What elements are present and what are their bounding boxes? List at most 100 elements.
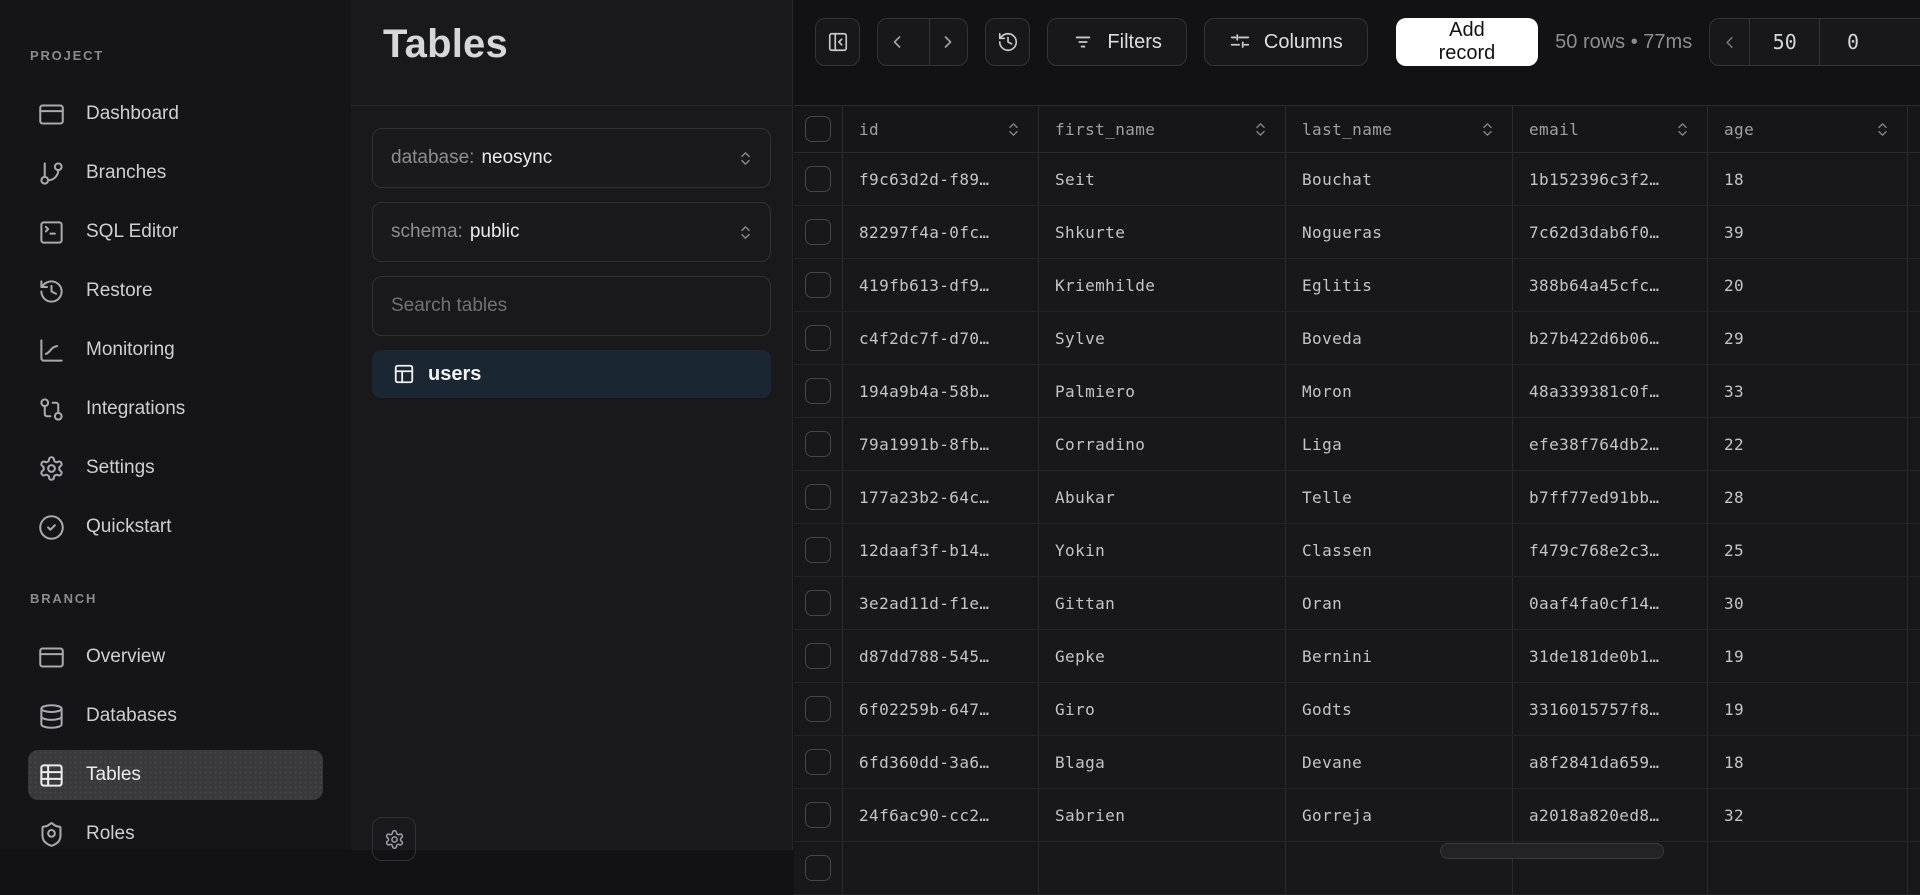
collapse-panel-button[interactable] [815,18,860,66]
cell-age[interactable]: 28 [1708,471,1908,523]
cell-first-name[interactable]: Abukar [1039,471,1286,523]
sidebar-item-branches[interactable]: Branches [28,148,323,198]
table-list-item-users[interactable]: users [372,350,771,398]
row-checkbox[interactable] [805,272,831,298]
row-checkbox[interactable] [805,749,831,775]
select-all-checkbox[interactable] [805,116,831,142]
cell-first-name[interactable]: Corradino [1039,418,1286,470]
columns-button[interactable]: Columns [1204,18,1368,66]
cell-email[interactable]: 7c62d3dab6f0… [1513,206,1708,258]
cell-id[interactable]: d87dd788-545… [843,630,1039,682]
cell-last-name[interactable]: Nogueras [1286,206,1513,258]
sidebar-item-integrations[interactable]: Integrations [28,384,323,434]
cell-first-name[interactable]: Gepke [1039,630,1286,682]
cell-first-name[interactable]: Sabrien [1039,789,1286,841]
row-checkbox[interactable] [805,802,831,828]
cell-last-name[interactable]: Gorreja [1286,789,1513,841]
cell-age[interactable]: 32 [1708,789,1908,841]
cell-email[interactable]: a2018a820ed8… [1513,789,1708,841]
column-header-email[interactable]: email [1513,106,1708,152]
cell-first-name[interactable]: Palmiero [1039,365,1286,417]
cell-last-name[interactable]: Boveda [1286,312,1513,364]
cell-last-name[interactable]: Moron [1286,365,1513,417]
cell-first-name[interactable]: Seit [1039,153,1286,205]
panel-settings-button[interactable] [372,817,416,861]
cell-last-name[interactable]: Devane [1286,736,1513,788]
cell-first-name[interactable]: Blaga [1039,736,1286,788]
cell-last-name[interactable]: Classen [1286,524,1513,576]
cell-age[interactable]: 20 [1708,259,1908,311]
row-checkbox[interactable] [805,484,831,510]
cell-email[interactable]: 3316015757f8… [1513,683,1708,735]
filters-button[interactable]: Filters [1047,18,1186,66]
row-checkbox[interactable] [805,855,831,881]
cell-last-name[interactable]: Telle [1286,471,1513,523]
cell-age[interactable]: 25 [1708,524,1908,576]
row-checkbox[interactable] [805,325,831,351]
cell-id[interactable]: 6fd360dd-3a6… [843,736,1039,788]
cell-last-name[interactable]: Godts [1286,683,1513,735]
cell-age[interactable]: 19 [1708,630,1908,682]
cell-email[interactable]: 1b152396c3f2… [1513,153,1708,205]
cell-id[interactable]: 419fb613-df9… [843,259,1039,311]
sidebar-item-tables[interactable]: Tables [28,750,323,800]
column-header-age[interactable]: age [1708,106,1908,152]
sidebar-item-quickstart[interactable]: Quickstart [28,502,323,552]
cell-first-name[interactable]: Yokin [1039,524,1286,576]
row-checkbox[interactable] [805,537,831,563]
cell-id[interactable]: 177a23b2-64c… [843,471,1039,523]
cell-age[interactable]: 39 [1708,206,1908,258]
search-tables-input[interactable] [372,276,771,336]
cell-last-name[interactable]: Bouchat [1286,153,1513,205]
forward-button[interactable] [929,19,967,65]
sidebar-item-roles[interactable]: Roles [28,809,323,859]
database-select[interactable]: database: neosync [372,128,771,188]
sidebar-item-dashboard[interactable]: Dashboard [28,89,323,139]
schema-select[interactable]: schema: public [372,202,771,262]
cell-last-name[interactable]: Liga [1286,418,1513,470]
cell-first-name[interactable]: Giro [1039,683,1286,735]
back-button[interactable] [878,19,915,65]
cell-id[interactable]: 3e2ad11d-f1e… [843,577,1039,629]
row-checkbox[interactable] [805,166,831,192]
horizontal-scrollbar-thumb[interactable] [1440,843,1664,859]
row-checkbox[interactable] [805,590,831,616]
column-header-last-name[interactable]: last_name [1286,106,1513,152]
cell-first-name[interactable]: Shkurte [1039,206,1286,258]
sidebar-item-settings[interactable]: Settings [28,443,323,493]
cell-id[interactable]: f9c63d2d-f89… [843,153,1039,205]
cell-age[interactable]: 19 [1708,683,1908,735]
row-checkbox[interactable] [805,219,831,245]
cell-age[interactable]: 29 [1708,312,1908,364]
cell-email[interactable]: 31de181de0b1… [1513,630,1708,682]
cell-age[interactable]: 30 [1708,577,1908,629]
row-checkbox[interactable] [805,431,831,457]
cell-email[interactable]: 48a339381c0f… [1513,365,1708,417]
sidebar-item-overview[interactable]: Overview [28,632,323,682]
cell-id[interactable]: 194a9b4a-58b… [843,365,1039,417]
cell-email[interactable]: 388b64a45cfc… [1513,259,1708,311]
cell-email[interactable]: b27b422d6b06… [1513,312,1708,364]
cell-first-name[interactable]: Sylve [1039,312,1286,364]
previous-page-button[interactable] [1710,19,1749,65]
cell-email[interactable]: a8f2841da659… [1513,736,1708,788]
cell-id[interactable]: 82297f4a-0fc… [843,206,1039,258]
cell-id[interactable]: 6f02259b-647… [843,683,1039,735]
cell-first-name[interactable]: Gittan [1039,577,1286,629]
column-header-id[interactable]: id [843,106,1039,152]
sidebar-item-sql-editor[interactable]: SQL Editor [28,207,323,257]
row-checkbox[interactable] [805,696,831,722]
cell-email[interactable]: 0aaf4fa0cf14… [1513,577,1708,629]
sidebar-item-restore[interactable]: Restore [28,266,323,316]
cell-last-name[interactable]: Eglitis [1286,259,1513,311]
cell-age[interactable]: 33 [1708,365,1908,417]
sidebar-item-monitoring[interactable]: Monitoring [28,325,323,375]
sidebar-item-databases[interactable]: Databases [28,691,323,741]
cell-last-name[interactable]: Oran [1286,577,1513,629]
cell-id[interactable]: 79a1991b-8fb… [843,418,1039,470]
cell-email[interactable]: efe38f764db2… [1513,418,1708,470]
cell-email[interactable]: b7ff77ed91bb… [1513,471,1708,523]
cell-first-name[interactable]: Kriemhilde [1039,259,1286,311]
row-checkbox[interactable] [805,643,831,669]
cell-last-name[interactable]: Bernini [1286,630,1513,682]
